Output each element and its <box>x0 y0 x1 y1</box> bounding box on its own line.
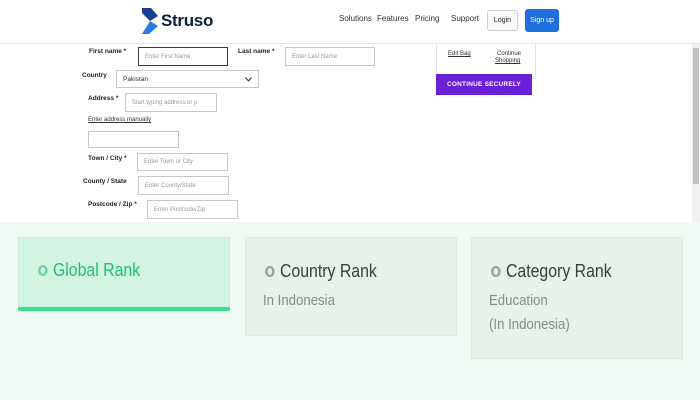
category-rank-title: Category Rank <box>491 261 612 282</box>
continue-shopping-link-line1[interactable]: Continue <box>497 51 521 57</box>
continue-shopping-link-line2[interactable]: Shopping <box>495 58 520 64</box>
global-rank-label: Global Rank <box>52 260 141 280</box>
country-rank-subtitle: In Indonesia <box>263 292 335 309</box>
first-name-label: First name * <box>89 48 127 55</box>
nav-features[interactable]: Features <box>377 14 409 23</box>
struso-logo-icon <box>142 8 158 34</box>
brand-logo[interactable]: Struso <box>142 8 213 34</box>
last-name-label: Last name * <box>238 48 275 55</box>
county-input[interactable]: Enter County/State <box>138 176 229 195</box>
address-label: Address * <box>88 95 119 102</box>
last-name-input[interactable]: Enter Last Name <box>285 47 375 66</box>
top-navbar: Struso Solutions Features Pricing Suppor… <box>0 0 700 44</box>
brand-name: Struso <box>161 11 214 30</box>
edit-bag-link[interactable]: Edit Bag <box>448 51 471 57</box>
scrollbar-thumb[interactable] <box>693 48 699 184</box>
county-label: County / State <box>83 178 127 185</box>
nav-support[interactable]: Support <box>451 14 479 23</box>
town-input[interactable]: Enter Town or City <box>137 153 228 171</box>
first-name-input[interactable]: Enter First Name <box>138 47 228 66</box>
continue-securely-button[interactable]: CONTINUE SECURELY <box>436 74 532 95</box>
login-button[interactable]: Login <box>487 10 518 31</box>
country-rank-label: Country Rank <box>279 261 377 281</box>
postcode-label: Postcode / Zip * <box>88 201 137 208</box>
country-rank-card[interactable] <box>245 237 457 336</box>
nav-solutions[interactable]: Solutions <box>339 14 372 23</box>
town-label: Town / City * <box>88 155 127 162</box>
address-manual-input[interactable] <box>88 131 179 148</box>
country-value: Pakistan <box>123 75 148 83</box>
global-rank-active-underline <box>18 307 230 311</box>
rank-icon <box>265 266 275 277</box>
chevron-down-icon <box>245 76 252 82</box>
category-rank-label: Category Rank <box>505 261 612 281</box>
page: Struso Solutions Features Pricing Suppor… <box>0 0 700 400</box>
category-rank-subtitle: Education <box>489 292 548 309</box>
country-label: Country <box>82 72 107 79</box>
global-rank-title: Global Rank <box>38 260 140 281</box>
rank-icon <box>38 265 48 276</box>
country-rank-title: Country Rank <box>265 261 377 282</box>
category-rank-subtitle-country: (In Indonesia) <box>489 316 570 333</box>
nav-pricing[interactable]: Pricing <box>415 14 439 23</box>
enter-address-manually-link[interactable]: Enter address manually <box>88 117 151 123</box>
postcode-input[interactable]: Enter Postcode/Zip <box>147 200 238 219</box>
checkout-form: First name * Enter First Name Last name … <box>0 44 692 222</box>
rank-icon <box>491 266 501 277</box>
address-input[interactable]: Start typing address or p <box>125 93 217 112</box>
country-select[interactable]: Pakistan <box>116 70 259 88</box>
signup-button[interactable]: Sign up <box>525 9 559 32</box>
